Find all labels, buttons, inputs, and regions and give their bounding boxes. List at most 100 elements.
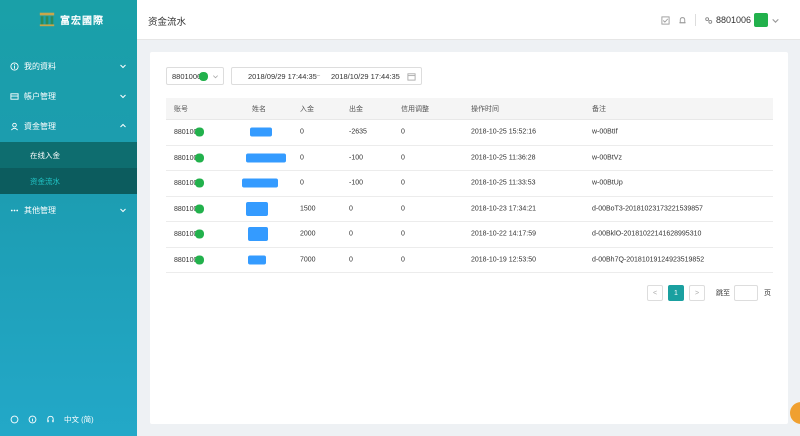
- cell-account: 880100: [174, 255, 205, 265]
- page-suffix-label: 页: [764, 290, 771, 297]
- user-menu[interactable]: 8801006: [704, 13, 780, 27]
- cell-withdraw: -2635: [349, 128, 367, 136]
- floating-help-button[interactable]: [790, 402, 800, 424]
- cell-withdraw: 0: [349, 230, 353, 238]
- chevron-down-icon: [772, 18, 779, 23]
- sidebar-subitem-label: 资金流水: [30, 176, 60, 186]
- cell-time: 2018-10-22 14:17:59: [471, 230, 536, 238]
- cell-time: 2018-10-23 17:34:21: [471, 205, 536, 213]
- date-separator: ~: [316, 71, 321, 80]
- cell-withdraw: -100: [349, 179, 364, 187]
- cell-credit: 0: [401, 154, 405, 162]
- goto-page-input[interactable]: [734, 285, 758, 301]
- redaction-mark: [195, 255, 205, 265]
- ellipsis-icon: [10, 209, 19, 211]
- chevron-down-icon: [120, 208, 126, 213]
- next-page-button[interactable]: >: [689, 285, 705, 301]
- redaction-mark: [248, 227, 268, 242]
- sidebar-subitem-label: 在线入金: [30, 150, 60, 160]
- cell-account: 880100: [174, 153, 205, 163]
- sidebar-footer: 中文 (简): [10, 414, 94, 425]
- table-row: 880100 0 -2635 0 2018-10-25 15:52:16 w-0…: [166, 120, 773, 146]
- cell-note: w-00BtIf: [592, 128, 618, 136]
- pagination: < 1 > 跳至 页: [150, 285, 788, 303]
- sidebar-item-funds[interactable]: 資金管理: [0, 114, 137, 138]
- cell-deposit: 0: [300, 128, 304, 136]
- header-actions: 8801006: [661, 13, 780, 27]
- table-row: 880100 2000 0 0 2018-10-22 14:17:59 d-00…: [166, 222, 773, 248]
- account-select-value: 8801006: [172, 71, 202, 81]
- cell-time: 2018-10-25 11:33:53: [471, 179, 536, 187]
- users-icon: [705, 16, 713, 24]
- cell-time: 2018-10-25 11:36:28: [471, 154, 536, 162]
- cell-credit: 0: [401, 205, 405, 213]
- headset-icon[interactable]: [46, 415, 55, 424]
- date-range-picker[interactable]: 2018/09/29 17:44:35 ~ 2018/10/29 17:44:3…: [231, 67, 422, 85]
- calendar-icon: [407, 73, 416, 81]
- column-header: 账号: [174, 105, 188, 113]
- prev-page-button[interactable]: <: [647, 285, 663, 301]
- card-icon: [10, 92, 19, 100]
- fund-flow-table: 账号 姓名 入金 出金 信用调整 操作时间 备注 880100 0 -2635 …: [166, 98, 773, 273]
- cell-note: w-00BtUp: [592, 179, 623, 187]
- table-row: 880100 1500 0 0 2018-10-23 17:34:21 d-00…: [166, 197, 773, 222]
- redaction-mark: [195, 153, 205, 163]
- table-row: 880100 0 -100 0 2018-10-25 11:36:28 w-00…: [166, 146, 773, 171]
- chevron-up-icon: [120, 123, 126, 128]
- page-button-1[interactable]: 1: [668, 285, 684, 301]
- cell-withdraw: 0: [349, 205, 353, 213]
- sidebar-item-profile[interactable]: 我的資料: [0, 54, 137, 78]
- cell-deposit: 7000: [300, 256, 316, 264]
- column-header: 操作时间: [471, 105, 499, 113]
- account-select[interactable]: 8801006: [166, 67, 224, 85]
- checkbox-icon[interactable]: [661, 15, 670, 25]
- cell-credit: 0: [401, 179, 405, 187]
- cell-deposit: 2000: [300, 230, 316, 238]
- cell-withdraw: 0: [349, 256, 353, 264]
- user-icon: [11, 122, 18, 130]
- column-header: 姓名: [252, 105, 266, 113]
- redaction-mark: [246, 201, 268, 216]
- column-header: 信用调整: [401, 105, 429, 113]
- redaction-mark: [195, 204, 205, 214]
- table-row: 880100 7000 0 0 2018-10-19 12:53:50 d-00…: [166, 248, 773, 273]
- column-header: 备注: [592, 105, 606, 113]
- cell-account: 880100: [174, 229, 205, 239]
- content-panel: 8801006 2018/09/29 17:44:35 ~ 2018/10/29…: [150, 52, 788, 424]
- cell-credit: 0: [401, 230, 405, 238]
- funds-submenu: 在线入金 资金流水: [0, 142, 137, 194]
- cell-time: 2018-10-19 12:53:50: [471, 256, 536, 264]
- redaction-mark: [242, 178, 278, 188]
- logo-text: 富宏國際: [60, 15, 104, 27]
- language-select[interactable]: 中文 (简): [64, 414, 94, 425]
- sidebar-subitem-fund-flow[interactable]: 资金流水: [0, 168, 137, 194]
- sidebar-item-accounts[interactable]: 帳户管理: [0, 84, 137, 108]
- bell-icon[interactable]: [678, 16, 687, 25]
- header: 资金流水 8801006: [137, 0, 800, 40]
- page-title: 资金流水: [148, 17, 187, 28]
- sidebar-item-other[interactable]: 其他管理: [0, 198, 137, 222]
- chevron-down-icon: [213, 75, 218, 79]
- cell-note: d-00BoT3-20181023173221539857: [592, 205, 703, 213]
- sidebar-subitem-online-deposit[interactable]: 在线入金: [0, 142, 137, 168]
- redaction-mark: [248, 255, 266, 265]
- power-icon[interactable]: [10, 415, 19, 424]
- column-header: 出金: [349, 105, 363, 113]
- redaction-mark: [195, 178, 205, 188]
- goto-label: 跳至: [716, 290, 730, 297]
- sidebar-item-label: 資金管理: [24, 121, 56, 131]
- cell-deposit: 0: [300, 154, 304, 162]
- cell-credit: 0: [401, 128, 405, 136]
- date-start[interactable]: 2018/09/29 17:44:35: [248, 72, 317, 81]
- logo-mark-icon: [39, 12, 55, 27]
- cell-deposit: 0: [300, 179, 304, 187]
- cell-note: d-00Bh7Q-20181019124923519852: [592, 256, 705, 264]
- chevron-down-icon: [120, 94, 126, 99]
- cell-account: 880100: [174, 204, 205, 214]
- redaction-mark: [246, 153, 286, 163]
- cell-note: w-00BtVz: [592, 154, 622, 162]
- date-end[interactable]: 2018/10/29 17:44:35: [331, 72, 400, 81]
- cell-account: 880100: [174, 178, 205, 188]
- sidebar-item-label: 帳户管理: [24, 91, 56, 101]
- info-icon[interactable]: [28, 415, 37, 424]
